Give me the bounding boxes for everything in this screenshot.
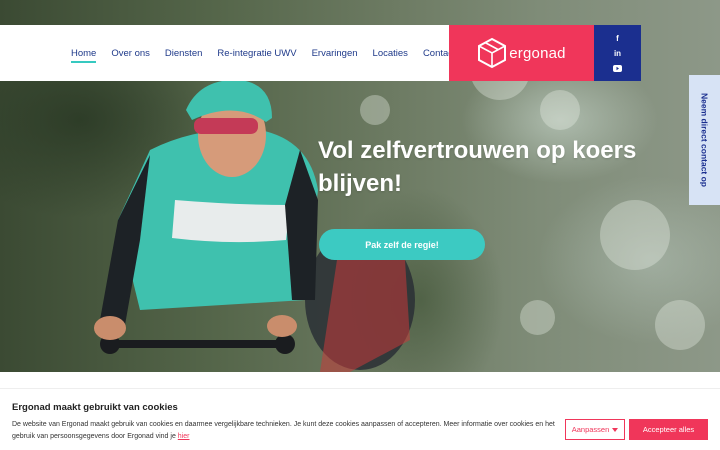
brand-name: ergonad — [509, 44, 566, 62]
youtube-icon[interactable] — [613, 63, 622, 73]
accept-all-button[interactable]: Accepteer alles — [629, 419, 708, 440]
nav-item-over-ons[interactable]: Over ons — [111, 48, 150, 59]
cube-logo-icon — [478, 37, 507, 69]
cookie-info-link[interactable]: hier — [178, 433, 190, 440]
cookie-title: Ergonad maakt gebruikt van cookies — [12, 402, 178, 413]
cookie-description: De website van Ergonad maakt gebruik van… — [12, 421, 555, 440]
main-navigation: Home Over ons Diensten Re-integratie UWV… — [0, 25, 456, 81]
facebook-icon[interactable]: f — [616, 33, 619, 43]
hero-headline: Vol zelfvertrouwen op koers blijven! — [318, 137, 637, 197]
nav-item-ervaringen[interactable]: Ervaringen — [312, 48, 358, 59]
cta-button[interactable]: Pak zelf de regie! — [319, 229, 485, 260]
chevron-down-icon — [612, 427, 619, 432]
contact-tab-label: Neem direct contact op — [699, 93, 710, 187]
nav-item-locaties[interactable]: Locaties — [373, 48, 408, 59]
brand-logo[interactable]: ergonad — [449, 25, 594, 81]
nav-item-re-integratie-uwv[interactable]: Re-integratie UWV — [217, 48, 296, 59]
cookie-banner: Ergonad maakt gebruikt van cookies De we… — [0, 388, 720, 450]
cookie-text: De website van Ergonad maakt gebruik van… — [12, 419, 562, 443]
adjust-label: Aanpassen — [571, 425, 610, 434]
contact-side-tab[interactable]: Neem direct contact op — [689, 75, 720, 205]
nav-item-diensten[interactable]: Diensten — [165, 48, 203, 59]
nav-item-home[interactable]: Home — [71, 48, 97, 63]
linkedin-icon[interactable]: in — [614, 48, 621, 58]
adjust-cookies-button[interactable]: Aanpassen — [565, 419, 625, 440]
social-links: f in — [594, 25, 641, 81]
